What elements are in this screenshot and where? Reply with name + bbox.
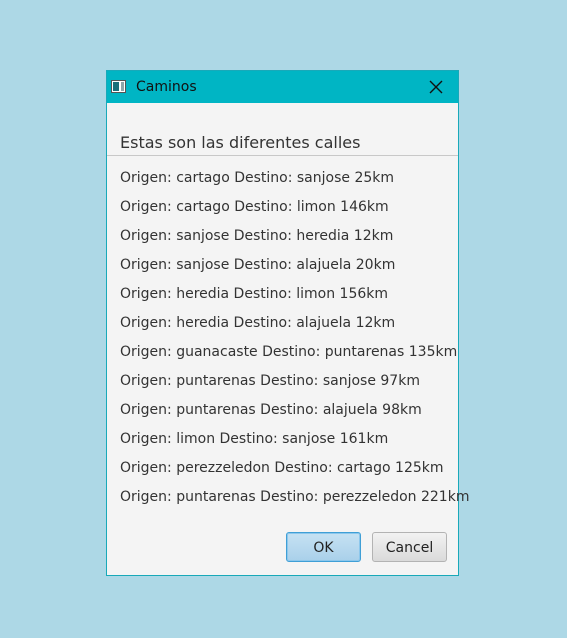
route-item: Origen: puntarenas Destino: sanjose 97km [120, 373, 420, 389]
route-item: Origen: heredia Destino: limon 156km [120, 286, 389, 302]
route-item: Origen: cartago Destino: sanjose 25km [120, 170, 394, 186]
cancel-button[interactable]: Cancel [372, 532, 447, 562]
caminos-dialog: Caminos Estas son las diferentes calles … [106, 70, 470, 576]
routes-list: Origen: cartago Destino: sanjose 25km Or… [107, 156, 470, 518]
window-title: Caminos [136, 79, 197, 95]
route-item: Origen: sanjose Destino: heredia 12km [120, 228, 394, 244]
ok-button[interactable]: OK [286, 532, 361, 562]
window-app-icon [111, 80, 126, 93]
route-item: Origen: sanjose Destino: alajuela 20km [120, 257, 396, 273]
route-item: Origen: limon Destino: sanjose 161km [120, 431, 389, 447]
route-item: Origen: puntarenas Destino: alajuela 98k… [120, 402, 422, 418]
dialog-header: Estas son las diferentes calles [107, 103, 458, 156]
close-icon [429, 80, 443, 94]
route-item: Origen: puntarenas Destino: perezzeledon… [120, 489, 470, 505]
route-item: Origen: cartago Destino: limon 146km [120, 199, 389, 215]
route-item: Origen: perezzeledon Destino: cartago 12… [120, 460, 444, 476]
header-text: Estas son las diferentes calles [120, 133, 361, 152]
route-item: Origen: guanacaste Destino: puntarenas 1… [120, 344, 458, 360]
route-item: Origen: heredia Destino: alajuela 12km [120, 315, 396, 331]
close-button[interactable] [414, 71, 458, 103]
title-bar[interactable]: Caminos [107, 71, 458, 103]
